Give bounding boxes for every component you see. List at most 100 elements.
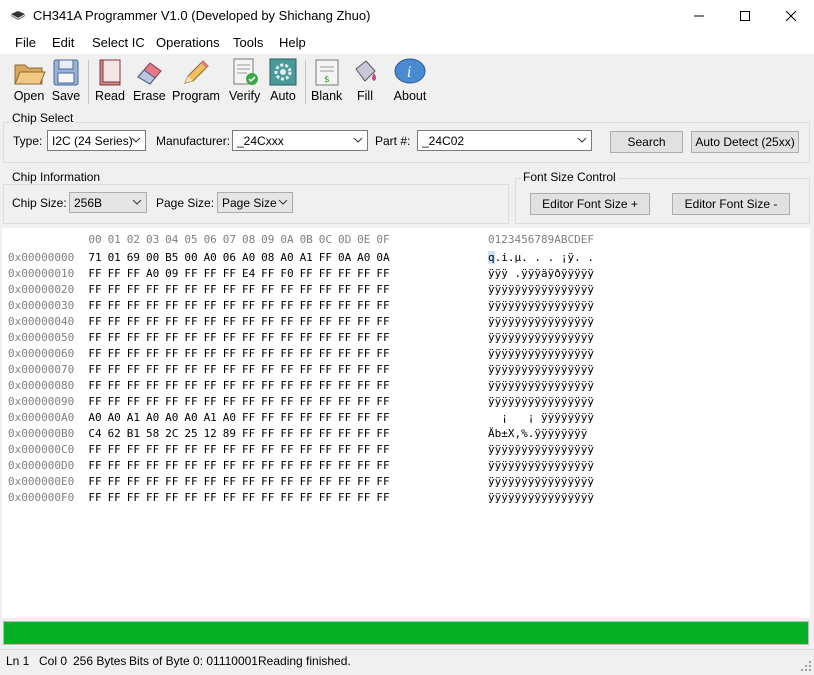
hex-byte[interactable]: FF [296,426,316,442]
hex-byte[interactable]: FF [219,394,239,410]
hex-byte[interactable]: 71 [85,250,105,266]
hex-byte[interactable]: FF [373,266,393,282]
hex-byte[interactable]: A1 [123,410,143,426]
hex-byte[interactable]: FF [123,394,143,410]
hex-byte[interactable]: FF [123,378,143,394]
manufacturer-select[interactable]: _24Cxxx [232,130,368,151]
hex-byte[interactable]: FF [315,282,335,298]
hex-byte[interactable]: FF [123,282,143,298]
hex-byte[interactable]: FF [258,426,278,442]
hex-byte[interactable]: FF [277,442,297,458]
hex-byte[interactable]: FF [143,346,163,362]
editor-font-size-decrease-button[interactable]: Editor Font Size - [672,193,790,215]
hex-byte[interactable]: FF [354,442,374,458]
hex-byte[interactable]: FF [239,394,259,410]
hex-byte[interactable]: FF [181,458,201,474]
hex-byte[interactable]: 58 [143,426,163,442]
hex-row-ascii[interactable]: ÿÿÿÿÿÿÿÿÿÿÿÿÿÿÿÿ [488,346,594,362]
hex-byte[interactable]: FF [354,266,374,282]
hex-byte[interactable]: FF [181,490,201,506]
hex-byte[interactable]: FF [335,378,355,394]
hex-byte[interactable]: FF [239,458,259,474]
hex-byte[interactable]: A0 [239,250,259,266]
hex-byte[interactable]: FF [277,362,297,378]
hex-byte[interactable]: FF [373,426,393,442]
hex-byte[interactable]: FF [296,346,316,362]
read-button[interactable]: Read [95,57,125,103]
hex-byte[interactable]: FF [104,314,124,330]
hex-byte[interactable]: FF [123,362,143,378]
hex-byte[interactable]: FF [277,410,297,426]
menu-tools[interactable]: Tools [233,35,263,50]
hex-byte[interactable]: FF [85,346,105,362]
hex-byte[interactable]: FF [181,298,201,314]
hex-byte[interactable]: FF [219,346,239,362]
hex-byte[interactable]: 69 [123,250,143,266]
hex-byte[interactable]: F0 [277,266,297,282]
hex-byte[interactable]: FF [296,442,316,458]
hex-byte[interactable]: FF [123,298,143,314]
hex-byte[interactable]: FF [143,394,163,410]
blank-button[interactable]: $ Blank [311,57,342,103]
hex-byte[interactable]: FF [258,282,278,298]
hex-row[interactable]: 0x00000030 FF FF FF FF FF FF FF FF FF FF FF FF FF FF FF… [0,298,640,314]
hex-row[interactable]: 0x00000010 FF FF FF A0 09 FF FF FF E4 FF F0 FF FF FF FF… [0,266,640,282]
hex-byte[interactable]: FF [85,282,105,298]
hex-byte[interactable]: FF [181,394,201,410]
hex-byte[interactable]: 2C [162,426,182,442]
hex-byte[interactable]: FF [354,474,374,490]
hex-byte[interactable]: FF [239,346,259,362]
hex-byte[interactable]: FF [277,490,297,506]
hex-row[interactable]: 0x00000090 FF FF FF FF FF FF FF FF FF FF FF FF FF FF FF… [0,394,640,410]
hex-byte[interactable]: A0 [143,266,163,282]
hex-byte[interactable]: FF [143,282,163,298]
hex-byte[interactable]: FF [258,474,278,490]
hex-byte[interactable]: FF [315,330,335,346]
hex-byte[interactable]: 01 [104,250,124,266]
hex-row[interactable]: 0x000000B0 C4 62 B1 58 2C 25 12 89 FF FF FF FF FF FF FF… [0,426,640,442]
hex-byte[interactable]: FF [296,282,316,298]
hex-byte[interactable]: FF [104,458,124,474]
hex-byte[interactable]: FF [335,394,355,410]
hex-byte[interactable]: FF [219,442,239,458]
hex-byte[interactable]: A0 [162,410,182,426]
hex-byte[interactable]: FF [335,330,355,346]
hex-byte[interactable]: FF [335,362,355,378]
hex-row-ascii[interactable]: ÿÿÿÿÿÿÿÿÿÿÿÿÿÿÿÿ [488,394,594,410]
hex-byte[interactable]: FF [162,282,182,298]
hex-byte[interactable]: FF [200,330,220,346]
hex-byte[interactable]: FF [315,474,335,490]
hex-byte[interactable]: FF [239,490,259,506]
hex-byte[interactable]: FF [162,298,182,314]
hex-byte[interactable]: FF [123,474,143,490]
program-button[interactable]: Program [172,57,220,103]
menu-edit[interactable]: Edit [52,35,74,50]
hex-byte[interactable]: FF [85,378,105,394]
hex-byte[interactable]: A0 [200,250,220,266]
hex-row-ascii[interactable]: q.i.µ. . . ¡ÿ. . [488,250,594,266]
hex-byte[interactable]: FF [181,442,201,458]
hex-byte[interactable]: 62 [104,426,124,442]
hex-byte[interactable]: FF [219,474,239,490]
hex-byte[interactable]: FF [104,266,124,282]
hex-byte[interactable]: FF [200,378,220,394]
hex-byte[interactable]: FF [296,410,316,426]
hex-byte[interactable]: FF [200,394,220,410]
hex-byte[interactable]: FF [277,458,297,474]
hex-byte[interactable]: FF [104,282,124,298]
hex-byte[interactable]: A0 [104,410,124,426]
hex-byte[interactable]: FF [258,314,278,330]
hex-byte[interactable]: FF [104,394,124,410]
hex-byte[interactable]: FF [143,458,163,474]
hex-byte[interactable]: FF [335,282,355,298]
hex-byte[interactable]: FF [123,330,143,346]
hex-byte[interactable]: FF [335,490,355,506]
hex-byte[interactable]: FF [335,298,355,314]
hex-byte[interactable]: FF [335,266,355,282]
editor-font-size-increase-button[interactable]: Editor Font Size + [530,193,650,215]
hex-byte[interactable]: FF [315,394,335,410]
hex-byte[interactable]: FF [104,330,124,346]
hex-byte[interactable]: FF [277,330,297,346]
hex-byte[interactable]: FF [335,426,355,442]
hex-byte[interactable]: FF [162,378,182,394]
